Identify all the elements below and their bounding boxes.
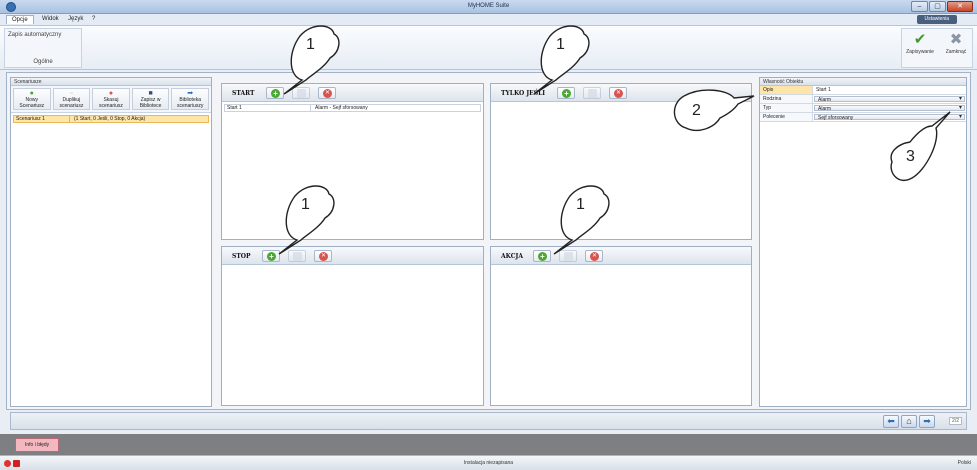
- property-key: Typ: [760, 104, 813, 112]
- callout-hand-start: 1: [270, 18, 350, 100]
- page-indicator: 2/2: [949, 417, 962, 425]
- ribbon: Zapis automatyczny Ogólne ✔ Zapisywanie …: [0, 26, 977, 70]
- section-akcja-title: AKCJA: [501, 253, 523, 260]
- navigation-bar: ⬅ ⌂ ➡ 2/2: [10, 412, 967, 430]
- property-row-rodzina[interactable]: Rodzina Alarm: [760, 95, 966, 104]
- property-opis-value[interactable]: Start 1: [813, 86, 966, 94]
- autosave-toggle[interactable]: Zapis automatyczny: [8, 32, 61, 38]
- scenario-list-item[interactable]: Scenariusz 1 (1 Start, 0 Jeśli, 0 Stop, …: [13, 115, 209, 123]
- settings-badge[interactable]: Ustawienia: [916, 15, 957, 24]
- delete-icon: ●: [108, 90, 114, 97]
- close-button[interactable]: ✖ Zamknąć: [939, 32, 973, 55]
- property-rodzina-select[interactable]: Alarm: [814, 96, 965, 103]
- section-stop-title: STOP: [232, 253, 251, 260]
- menu-opcje[interactable]: Opcje: [6, 15, 34, 24]
- home-icon[interactable]: ⌂: [901, 415, 917, 428]
- scenarios-panel: Scenariusze ● Nowy Scenariusz ▫ Duplikuj…: [10, 77, 212, 407]
- duplicate-scenario-button[interactable]: ▫ Duplikuj scenariusz: [52, 88, 91, 110]
- title-bar: MyHOME Suite – ▢ ✕: [0, 0, 977, 14]
- section-start: START + ✕ Start 1 Alarm - Sejf sforsowan…: [221, 83, 484, 240]
- callout-number: 1: [306, 36, 315, 53]
- callout-hand-property-select: 3: [886, 108, 956, 190]
- close-window-button[interactable]: ✕: [947, 1, 973, 12]
- property-row-opis[interactable]: Opis Start 1: [760, 86, 966, 95]
- checkmark-icon: ✔: [913, 31, 927, 48]
- section-akcja: AKCJA + ✕: [490, 246, 752, 406]
- scenarios-toolbar: ● Nowy Scenariusz ▫ Duplikuj scenariusz …: [11, 86, 211, 113]
- status-bar: Instalacja niezapisana Polski: [0, 455, 977, 470]
- delete-scenario-button[interactable]: ● Skasuj scenariusz: [92, 88, 130, 110]
- ribbon-group-general: Zapis automatyczny Ogólne: [4, 28, 82, 68]
- save-to-library-button[interactable]: ■ Zapisz w Bibliotece: [131, 88, 170, 110]
- callout-hand-stop: 1: [265, 178, 345, 260]
- window-controls: – ▢ ✕: [911, 1, 973, 12]
- section-start-header: START + ✕: [222, 84, 483, 102]
- duplicate-icon: ▫: [70, 90, 73, 97]
- save-to-library-label: Zapisz w Bibliotece: [139, 97, 162, 109]
- maximize-button[interactable]: ▢: [929, 1, 946, 12]
- pointing-hand-icon: [890, 111, 951, 181]
- library-icon: ➡: [187, 90, 194, 97]
- callout-hand-akcja: 1: [540, 178, 620, 260]
- pointing-hand-icon: [278, 185, 335, 255]
- section-akcja-header: AKCJA + ✕: [491, 247, 751, 265]
- minimize-button[interactable]: –: [911, 1, 928, 12]
- tylko-jesli-delete-button[interactable]: ✕: [609, 87, 627, 99]
- ribbon-group-actions: ✔ Zapisywanie ✖ Zamknąć: [901, 28, 973, 68]
- save-button[interactable]: ✔ Zapisywanie: [903, 32, 937, 55]
- property-key: Rodzina: [760, 95, 813, 103]
- scenario-summary: (1 Start, 0 Jeśli, 0 Stop, 0 Akcja): [74, 116, 146, 122]
- property-key: Opis: [760, 86, 813, 94]
- scenario-library-button[interactable]: ➡ Biblioteka scenariuszy: [171, 88, 209, 110]
- scenarios-panel-title: Scenariusze: [11, 78, 211, 86]
- x-icon: ✖: [949, 31, 963, 48]
- close-label: Zamknąć: [945, 49, 967, 55]
- section-start-title: START: [232, 90, 255, 97]
- callout-number: 1: [556, 36, 565, 53]
- pointing-hand-icon: [533, 25, 590, 95]
- delete-scenario-label: Skasuj scenariusz: [99, 97, 123, 109]
- start-item-name: Start 1: [225, 105, 311, 111]
- section-stop-header: STOP + ✕: [222, 247, 483, 265]
- forward-arrow-icon[interactable]: ➡: [919, 415, 935, 428]
- property-key: Polecenie: [760, 113, 813, 121]
- start-item-desc: Alarm - Sejf sforsowany: [315, 105, 368, 111]
- callout-hand-properties: 2: [668, 88, 758, 136]
- info-errors-tab[interactable]: Info i błędy: [15, 438, 60, 452]
- callout-number: 1: [576, 196, 585, 213]
- menu-help[interactable]: ?: [92, 16, 95, 22]
- add-icon: ●: [29, 90, 34, 97]
- scenario-name: Scenariusz 1: [14, 116, 70, 122]
- callout-number: 2: [692, 102, 701, 119]
- callout-number: 3: [906, 148, 915, 165]
- callout-number: 1: [301, 196, 310, 213]
- callout-hand-tylko-jesli: 1: [520, 18, 600, 100]
- save-icon: ■: [148, 90, 153, 97]
- menu-jezyk[interactable]: Język: [68, 16, 83, 22]
- scenario-library-label: Biblioteka scenariuszy: [176, 97, 204, 109]
- section-stop: STOP + ✕: [221, 246, 484, 406]
- menu-bar: Opcje Widok Język ? Ustawienia: [0, 14, 977, 26]
- save-label: Zapisywanie: [906, 49, 934, 55]
- status-message: Instalacja niezapisana: [463, 460, 514, 466]
- start-list-item[interactable]: Start 1 Alarm - Sejf sforsowany: [224, 104, 481, 112]
- menu-widok[interactable]: Widok: [42, 16, 59, 22]
- back-arrow-icon[interactable]: ⬅: [883, 415, 899, 428]
- window-title: MyHOME Suite: [467, 3, 510, 9]
- delete-icon: ✕: [614, 89, 623, 98]
- ribbon-group-label: Ogólne: [33, 59, 53, 65]
- new-scenario-button[interactable]: ● Nowy Scenariusz: [13, 88, 51, 110]
- bottom-panel: [0, 434, 977, 455]
- pointing-hand-icon: [673, 89, 755, 132]
- duplicate-scenario-label: Duplikuj scenariusz: [59, 97, 84, 109]
- status-language: Polski: [957, 460, 971, 466]
- properties-panel-title: Własność Obiektu: [760, 78, 966, 86]
- pointing-hand-icon: [553, 185, 610, 255]
- new-scenario-label: Nowy Scenariusz: [19, 97, 45, 109]
- pointing-hand-icon: [283, 25, 340, 95]
